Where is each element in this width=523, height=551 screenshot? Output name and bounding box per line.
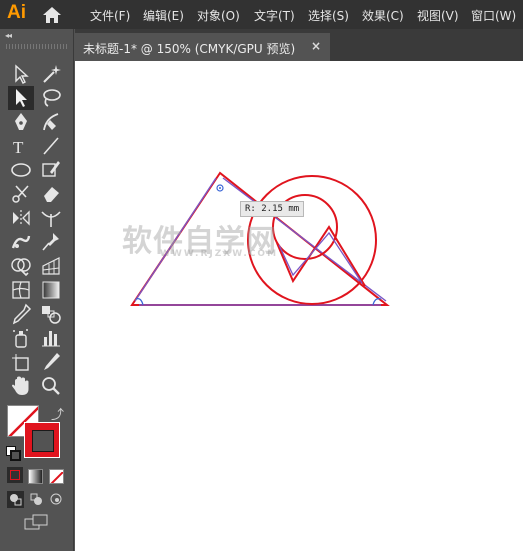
- magic-wand-tool-icon[interactable]: [38, 62, 64, 86]
- default-fill-stroke-icon[interactable]: [6, 446, 21, 461]
- eraser-tool-icon[interactable]: [38, 182, 64, 206]
- document-tab-bar: 未标题-1* @ 150% (CMYK/GPU 预览) ×: [75, 29, 523, 61]
- line-segment-tool-icon[interactable]: [38, 134, 64, 158]
- shape-builder-tool-icon[interactable]: [8, 254, 34, 278]
- lasso-tool-icon[interactable]: [38, 86, 64, 110]
- direct-selection-tool-icon[interactable]: [8, 62, 34, 86]
- mesh-tool-icon[interactable]: [8, 278, 34, 302]
- panel-grip[interactable]: [6, 44, 68, 49]
- svg-text:T: T: [13, 138, 24, 157]
- width-tool-icon[interactable]: [38, 206, 64, 230]
- type-tool-icon[interactable]: T: [8, 134, 34, 158]
- swap-fill-stroke-icon[interactable]: ⤴: [51, 404, 64, 423]
- ellipse-tool-icon[interactable]: [8, 158, 34, 182]
- zoom-tool-icon[interactable]: [38, 374, 64, 398]
- watermark-url: WWW.RJZXW.COM: [160, 249, 279, 259]
- menu-file[interactable]: 文件(F): [90, 7, 130, 24]
- collapse-panel-icon[interactable]: ◂◂: [5, 31, 12, 40]
- tools-panel: ◂◂ T ⤴: [0, 29, 74, 551]
- column-graph-tool-icon[interactable]: [38, 326, 64, 350]
- stroke-swatch[interactable]: [24, 422, 60, 458]
- close-icon[interactable]: ×: [311, 39, 321, 53]
- scissors-tool-icon[interactable]: [8, 182, 34, 206]
- symbol-sprayer-tool-icon[interactable]: [8, 326, 34, 350]
- document-tab-title: 未标题-1* @ 150% (CMYK/GPU 预览): [83, 42, 296, 56]
- menu-object[interactable]: 对象(O): [197, 7, 240, 24]
- menu-effect[interactable]: 效果(C): [362, 7, 404, 24]
- menu-type[interactable]: 文字(T): [254, 7, 295, 24]
- menu-window[interactable]: 窗口(W): [471, 7, 516, 24]
- menu-view[interactable]: 视图(V): [417, 7, 459, 24]
- pen-tool-icon[interactable]: [8, 110, 34, 134]
- color-mode-button[interactable]: [7, 467, 23, 483]
- artboard-tool-icon[interactable]: [8, 350, 34, 374]
- artboard-canvas[interactable]: R: 2.15 mm 软件自学网 WWW.RJZXW.COM: [75, 61, 523, 551]
- gradient-mode-button[interactable]: [28, 469, 43, 484]
- curvature-tool-icon[interactable]: [38, 110, 64, 134]
- blend-tool-icon[interactable]: [38, 302, 64, 326]
- home-icon[interactable]: [41, 5, 63, 25]
- gradient-tool-icon[interactable]: [38, 278, 64, 302]
- hand-tool-icon[interactable]: [8, 374, 34, 398]
- app-logo: Ai: [7, 2, 26, 23]
- selection-tool-icon[interactable]: [8, 86, 34, 110]
- slice-tool-icon[interactable]: [38, 350, 64, 374]
- eyedropper-tool-icon[interactable]: [8, 302, 34, 326]
- artwork[interactable]: [75, 61, 523, 551]
- menu-edit[interactable]: 编辑(E): [143, 7, 184, 24]
- none-mode-button[interactable]: [49, 469, 64, 484]
- puppet-warp-tool-icon[interactable]: [8, 230, 34, 254]
- menu-bar: Ai 文件(F) 编辑(E) 对象(O) 文字(T) 选择(S) 效果(C) 视…: [0, 0, 523, 29]
- draw-inside-icon[interactable]: [48, 491, 65, 508]
- menu-select[interactable]: 选择(S): [308, 7, 349, 24]
- draw-behind-icon[interactable]: [28, 491, 45, 508]
- perspective-grid-tool-icon[interactable]: [38, 254, 64, 278]
- pin-tool-icon[interactable]: [38, 230, 64, 254]
- screen-mode-icon[interactable]: [24, 514, 50, 532]
- radius-tooltip: R: 2.15 mm: [240, 201, 305, 217]
- document-tab[interactable]: 未标题-1* @ 150% (CMYK/GPU 预览) ×: [75, 33, 330, 61]
- reflect-tool-icon[interactable]: [8, 206, 34, 230]
- paintbrush-tool-icon[interactable]: [38, 158, 64, 182]
- draw-normal-icon[interactable]: [7, 491, 24, 508]
